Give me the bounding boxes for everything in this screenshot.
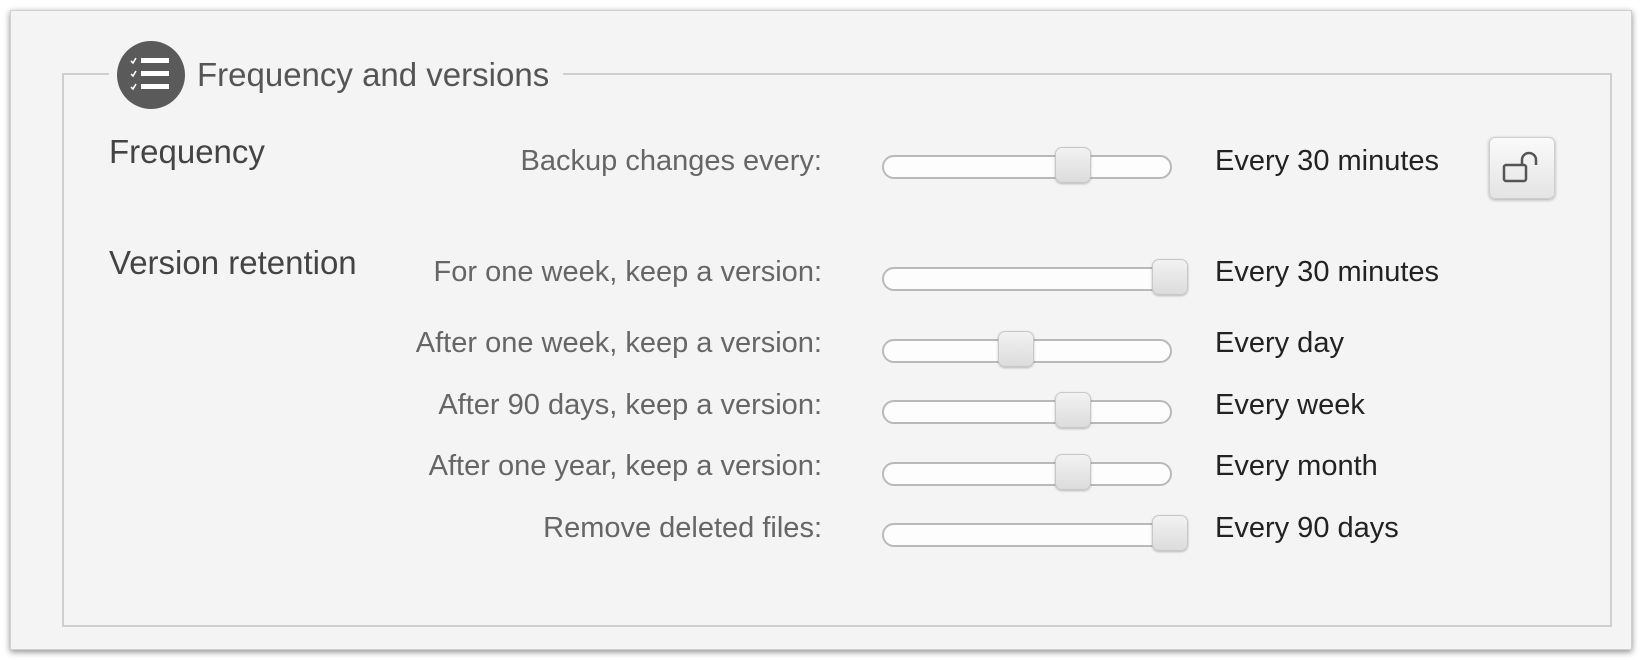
retention-row-2-label: After one week, keep a version: [415, 327, 822, 359]
backup-frequency-slider[interactable] [882, 147, 1172, 183]
slider-thumb[interactable] [1054, 392, 1091, 428]
retention-row-5-value: Every 90 days [1215, 512, 1399, 544]
version-retention-heading: Version retention [109, 244, 357, 281]
retention-row-1-label: For one week, keep a version: [433, 256, 822, 288]
retention-row-3-value: Every week [1215, 389, 1365, 421]
slider-thumb[interactable] [1054, 147, 1091, 183]
retention-row-5-label: Remove deleted files: [543, 512, 822, 544]
backup-frequency-value: Every 30 minutes [1215, 145, 1440, 177]
retention-row-4-value: Every month [1215, 450, 1378, 482]
slider-thumb[interactable] [1152, 515, 1188, 551]
retention-row-2-slider[interactable] [882, 331, 1172, 367]
slider-thumb[interactable] [997, 331, 1034, 367]
checklist-icon [117, 41, 185, 109]
section-title: Frequency and versions [197, 56, 550, 93]
retention-row-5-slider[interactable] [882, 515, 1188, 551]
slider-thumb[interactable] [1152, 259, 1188, 295]
settings-panel: Frequency and versions Frequency Backup … [10, 10, 1632, 650]
unlocked-padlock-icon [1502, 151, 1538, 183]
retention-row-1-value: Every 30 minutes [1215, 256, 1440, 288]
retention-row-4-slider[interactable] [882, 454, 1172, 490]
backup-frequency-label: Backup changes every: [520, 145, 822, 177]
section-header: Frequency and versions [109, 39, 564, 111]
retention-row-3-slider[interactable] [882, 392, 1172, 428]
slider-thumb[interactable] [1054, 454, 1091, 490]
retention-row-1-slider[interactable] [882, 259, 1188, 295]
frequency-heading: Frequency [109, 133, 265, 170]
lock-settings-button[interactable] [1489, 137, 1555, 199]
retention-row-3-label: After 90 days, keep a version: [438, 389, 822, 421]
retention-row-2-value: Every day [1215, 327, 1344, 359]
retention-row-4-label: After one year, keep a version: [428, 450, 822, 482]
